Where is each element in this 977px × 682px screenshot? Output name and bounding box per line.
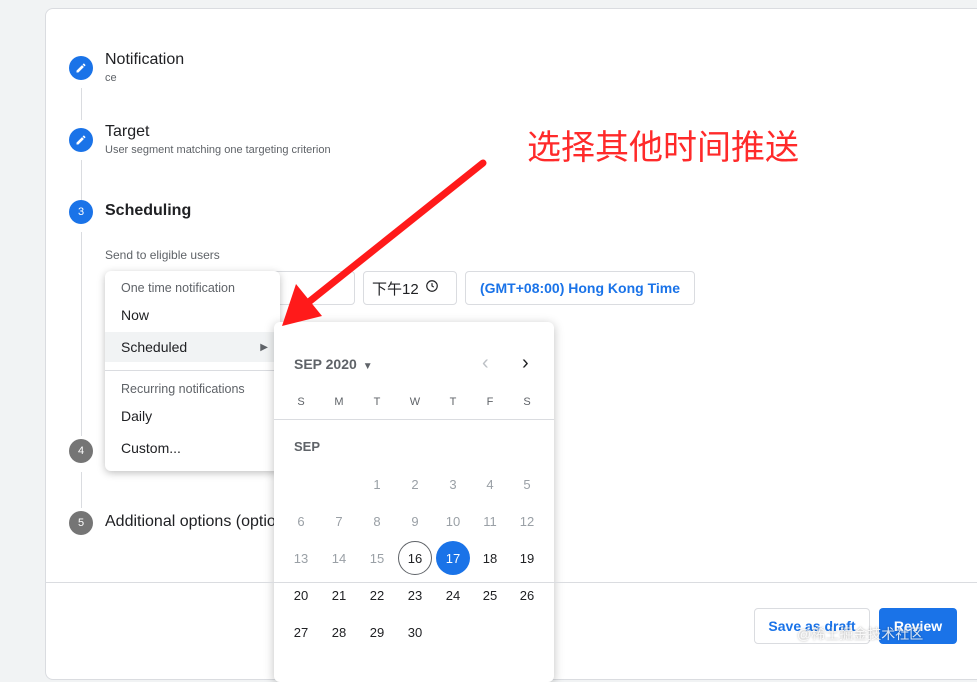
annotation-arrow-icon bbox=[282, 159, 487, 326]
watermark: @稀土掘金技术社区 bbox=[797, 626, 924, 642]
